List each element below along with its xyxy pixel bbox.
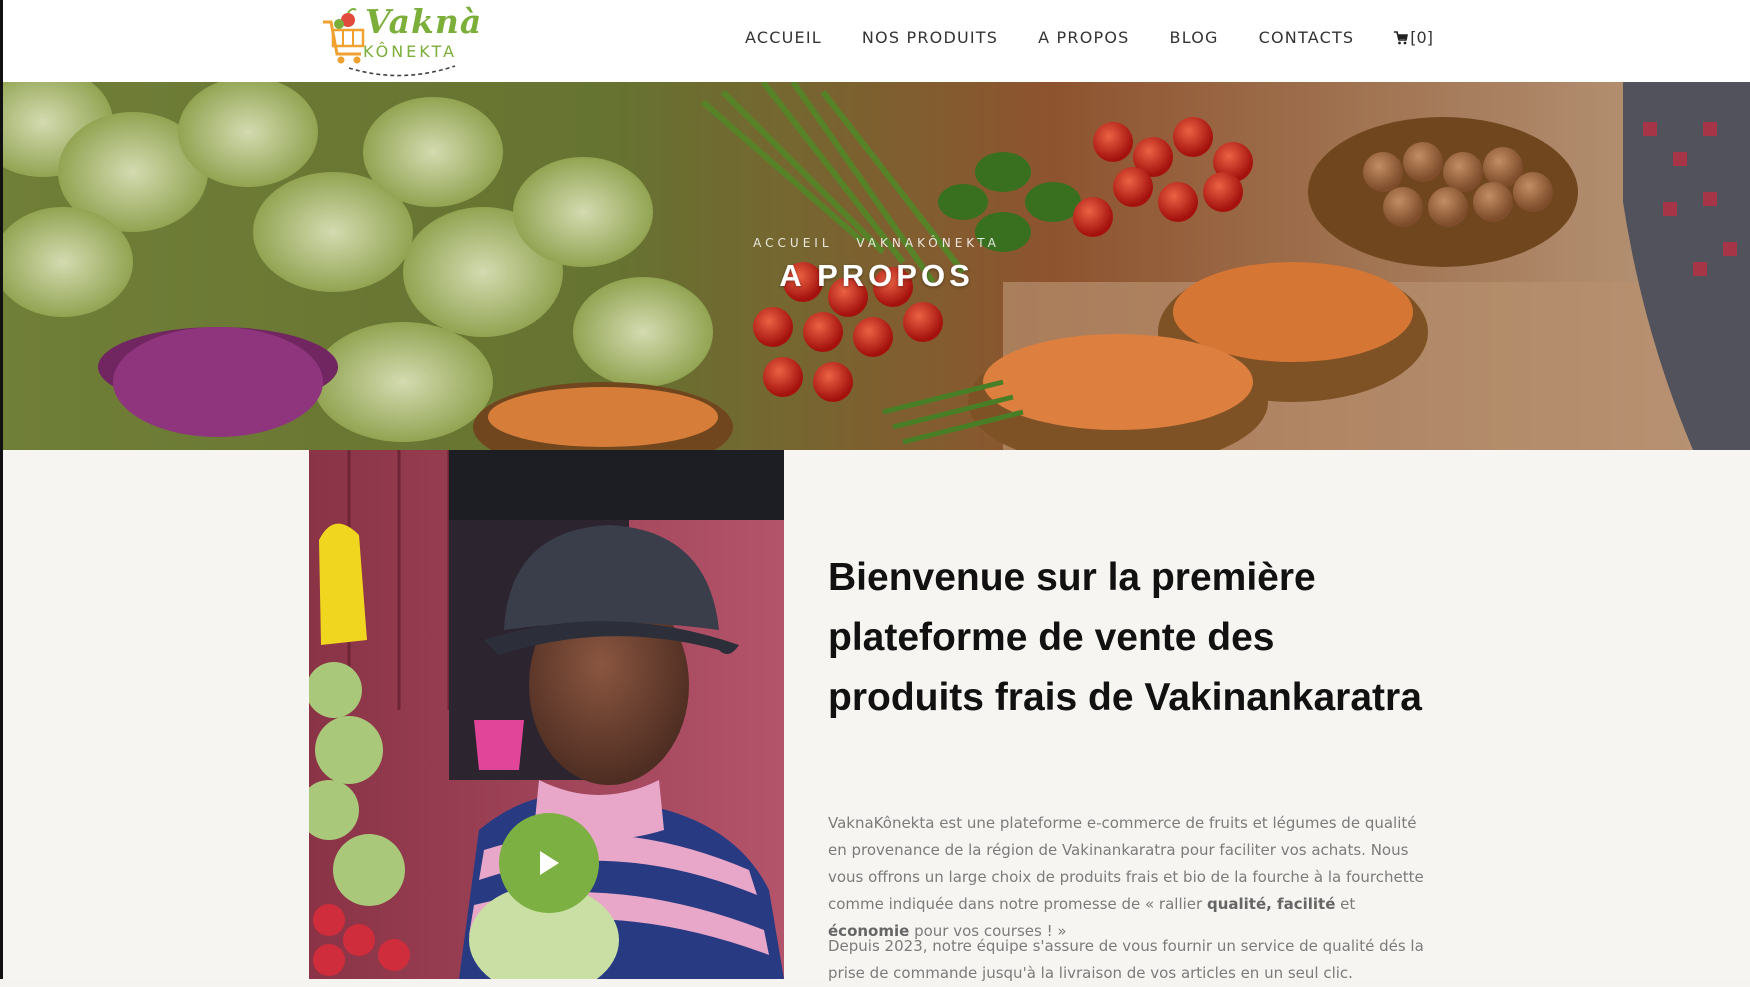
page-title: A PROPOS — [779, 258, 974, 293]
nav-a-propos[interactable]: A PROPOS — [1038, 28, 1129, 47]
nav-nos-produits[interactable]: NOS PRODUITS — [862, 28, 998, 47]
nav-accueil[interactable]: ACCUEIL — [745, 28, 822, 47]
cart-count: [0] — [1410, 28, 1433, 47]
page-header-banner: ACCUEIL VAKNAKÔNEKTA A PROPOS — [3, 82, 1750, 450]
breadcrumb: ACCUEIL VAKNAKÔNEKTA — [3, 236, 1750, 250]
play-video-button[interactable] — [499, 813, 599, 913]
about-section: Bienvenue sur la première plateforme de … — [3, 450, 1750, 982]
breadcrumb-home[interactable]: ACCUEIL — [753, 236, 832, 250]
cart-link[interactable]: [0] — [1394, 28, 1433, 47]
nav-contacts[interactable]: CONTACTS — [1259, 28, 1355, 47]
breadcrumb-current: VAKNAKÔNEKTA — [856, 236, 1000, 250]
brand-logo[interactable]: Vaknà KÔNEKTA — [321, 2, 481, 80]
main-menu: ACCUEIL NOS PRODUITS A PROPOS BLOG CONTA… — [745, 28, 1433, 47]
nav-blog[interactable]: BLOG — [1170, 28, 1219, 47]
top-navbar: Vaknà KÔNEKTA ACCUEIL NOS PRODUITS A PRO… — [3, 0, 1750, 82]
play-icon — [540, 851, 559, 875]
brand-name: Vaknà — [365, 2, 483, 41]
cart-icon — [1394, 30, 1409, 44]
about-headline: Bienvenue sur la première plateforme de … — [828, 556, 1422, 719]
vendor-video-thumbnail[interactable] — [309, 450, 784, 979]
about-paragraph-1: VaknaKônekta est une plateforme e-commer… — [828, 814, 1424, 940]
brand-subtitle: KÔNEKTA — [363, 42, 458, 61]
